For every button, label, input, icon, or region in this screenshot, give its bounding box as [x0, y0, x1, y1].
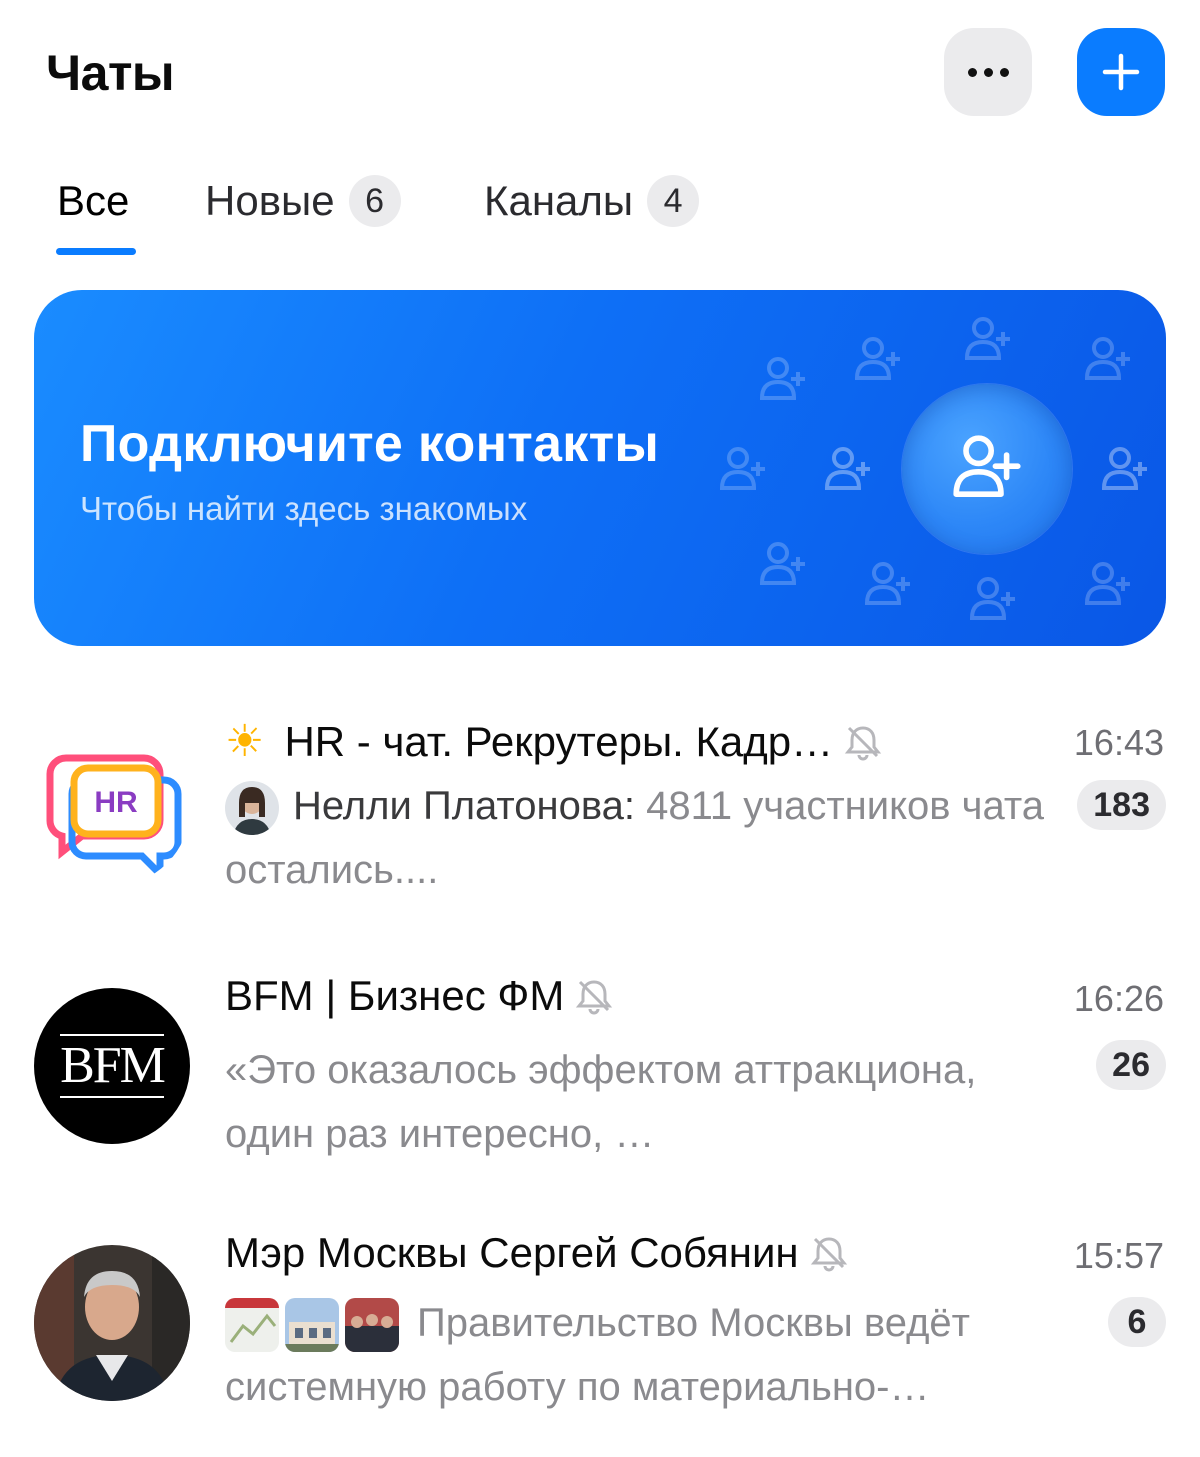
sun-emoji: ☀ — [225, 717, 265, 766]
active-tab-indicator — [56, 248, 136, 255]
add-contact-icon — [864, 562, 910, 605]
svg-text:HR: HR — [94, 786, 138, 819]
add-contact-icon — [759, 542, 805, 585]
banner-title: Подключите контакты — [80, 415, 660, 473]
chat-item[interactable]: BFM BFM | Бизнес ФМ 16:26 «Это оказалось… — [0, 958, 1200, 1208]
add-contact-icon — [1101, 447, 1147, 490]
chat-time: 15:57 — [1073, 1235, 1164, 1276]
plus-icon — [1102, 53, 1140, 91]
chat-time: 16:26 — [1073, 978, 1164, 1019]
add-contact-icon — [969, 577, 1015, 620]
filter-tabs: Все Новые 6 Каналы 4 — [0, 170, 1200, 260]
chat-name: BFM | Бизнес ФМ — [225, 972, 565, 1019]
add-contact-icon — [1084, 562, 1130, 605]
add-contact-icon — [759, 357, 805, 400]
connect-contacts-banner[interactable]: Подключите контакты Чтобы найти здесь зн… — [34, 290, 1166, 646]
chat-preview: Правительство Москвы ведёт системную раб… — [225, 1291, 1075, 1419]
avatar: BFM — [34, 988, 190, 1144]
add-contacts-button[interactable] — [902, 384, 1072, 554]
tab-new[interactable]: Новые 6 — [205, 170, 401, 232]
sender-avatar — [225, 781, 279, 836]
unread-badge: 6 — [1108, 1297, 1166, 1347]
avatar: HR — [34, 730, 190, 886]
tab-channels[interactable]: Каналы 4 — [484, 170, 700, 232]
banner-subtitle: Чтобы найти здесь знакомых — [80, 490, 528, 527]
chat-item[interactable]: Мэр Москвы Сергей Собянин 15:57 Правител… — [0, 1215, 1200, 1457]
person-photo — [34, 1245, 190, 1401]
chat-time: 16:43 — [1073, 722, 1164, 763]
chat-item[interactable]: HR ☀ HR - чат. Рекрутеры. Кадр… 16:43 Не… — [0, 700, 1200, 950]
add-contact-icon — [824, 447, 870, 490]
tab-label: Каналы — [484, 177, 634, 224]
add-contact-icon — [854, 337, 900, 380]
add-contact-icon — [719, 447, 765, 490]
tab-count-badge: 4 — [647, 175, 700, 227]
unread-badge: 183 — [1077, 780, 1166, 830]
chat-title: ☀ HR - чат. Рекрутеры. Кадр… — [225, 716, 883, 767]
more-icon — [967, 67, 1009, 77]
add-contact-icon — [964, 317, 1010, 360]
chat-title: Мэр Москвы Сергей Собянин — [225, 1229, 849, 1277]
muted-bell-icon — [845, 725, 882, 760]
header: Чаты — [0, 0, 1200, 150]
chat-name: Мэр Москвы Сергей Собянин — [225, 1229, 799, 1276]
tab-label: Новые — [205, 177, 335, 224]
hr-chat-logo: HR — [34, 730, 190, 886]
add-contact-icon — [953, 435, 1021, 497]
new-chat-button[interactable] — [1077, 28, 1165, 116]
chat-title: BFM | Бизнес ФМ — [225, 972, 614, 1020]
chat-name: HR - чат. Рекрутеры. Кадр… — [284, 717, 834, 765]
muted-bell-icon — [576, 980, 613, 1015]
add-contact-icon — [1084, 337, 1130, 380]
media-thumbnail — [225, 1298, 279, 1353]
tab-all[interactable]: Все — [57, 170, 129, 232]
chat-preview: «Это оказалось эффектом аттракциона, оди… — [225, 1048, 977, 1156]
unread-badge: 26 — [1096, 1040, 1166, 1090]
tab-label: Все — [57, 177, 130, 224]
avatar — [34, 1245, 190, 1401]
media-thumbnail — [345, 1298, 399, 1353]
media-thumbnail — [285, 1298, 339, 1353]
page-title: Чаты — [46, 45, 175, 101]
bfm-logo: BFM — [60, 1034, 166, 1098]
muted-bell-icon — [810, 1237, 847, 1272]
more-button[interactable] — [944, 28, 1032, 116]
sender-name: Нелли Платонова: — [293, 784, 636, 828]
tab-count-badge: 6 — [348, 175, 401, 227]
chat-preview: Нелли Платонова: 4811 участников чата ос… — [225, 774, 1075, 902]
